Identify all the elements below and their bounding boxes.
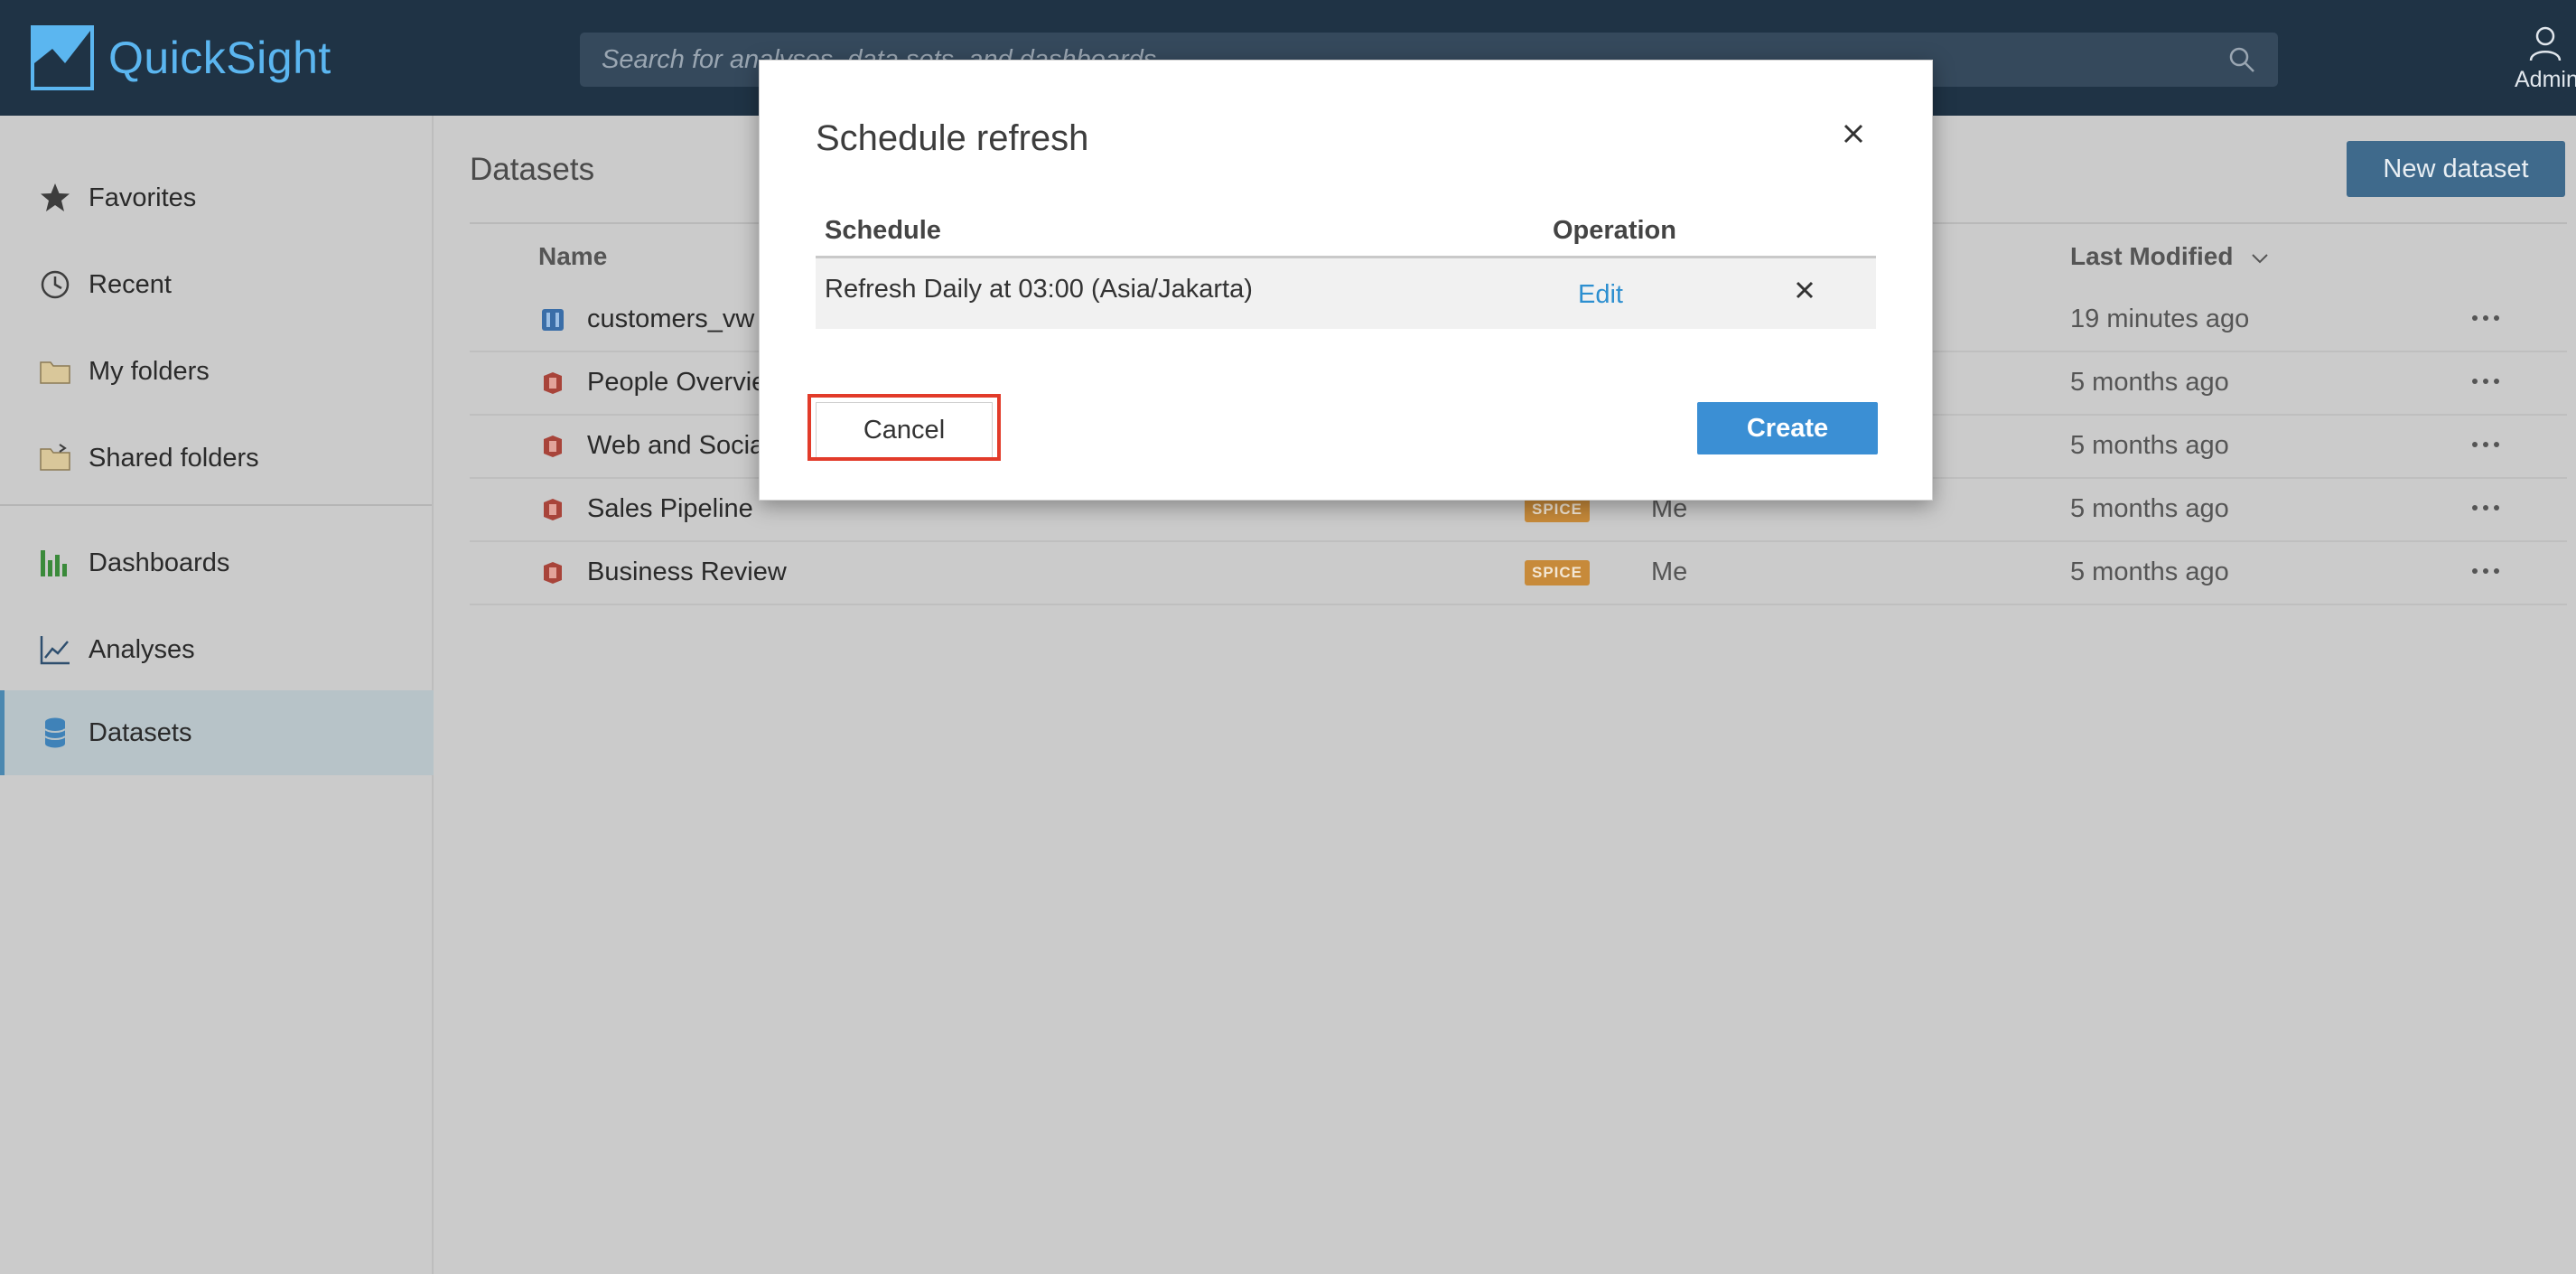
sidebar-item-label: Shared folders: [89, 443, 259, 473]
sidebar-item-label: Datasets: [89, 717, 192, 747]
last-modified: 5 months ago: [2070, 368, 2229, 397]
sidebar-item-recent[interactable]: Recent: [0, 242, 432, 327]
sidebar-item-label: Dashboards: [89, 548, 230, 577]
search-icon[interactable]: [2227, 45, 2256, 74]
user-menu[interactable]: Admin: [2515, 25, 2576, 93]
cancel-button-highlight: [807, 394, 1001, 461]
sidebar-item-dashboards[interactable]: Dashboards: [0, 520, 432, 605]
bar-chart-icon: [41, 550, 67, 576]
column-header-operation: Operation: [1553, 216, 1676, 245]
page-title: Datasets: [470, 152, 595, 187]
user-icon: [2529, 26, 2562, 61]
more-options-icon[interactable]: [2468, 370, 2504, 392]
more-options-icon[interactable]: [2468, 307, 2504, 329]
dataset-name: customers_vw: [587, 304, 755, 333]
user-label: Admin: [2515, 67, 2576, 92]
s3-dataset-icon: [544, 499, 562, 520]
dataset-name: Sales Pipeline: [587, 494, 753, 523]
s3-dataset-icon: [544, 436, 562, 457]
edit-schedule-link[interactable]: Edit: [1578, 280, 1623, 310]
shared-folder-icon: [40, 444, 70, 471]
app-name: QuickSight: [108, 33, 331, 83]
sidebar: Favorites Recent My folders Shared folde…: [0, 116, 436, 1274]
last-modified: 5 months ago: [2070, 431, 2229, 460]
sidebar-item-shared-folders[interactable]: Shared folders: [0, 416, 432, 501]
schedule-refresh-dialog: Schedule refresh Schedule Operation Refr…: [759, 60, 1933, 501]
chevron-down-icon[interactable]: [2249, 248, 2271, 269]
more-options-icon[interactable]: [2468, 434, 2504, 455]
sidebar-item-favorites[interactable]: Favorites: [0, 155, 432, 240]
spice-badge: SPICE: [1525, 497, 1591, 522]
new-dataset-button[interactable]: New dataset: [2347, 141, 2565, 197]
spice-badge: SPICE: [1525, 560, 1591, 585]
table-row[interactable]: Business Review SPICE Me 5 months ago: [470, 540, 2567, 605]
sidebar-item-label: My folders: [89, 356, 210, 386]
dataset-owner: Me: [1651, 557, 1688, 586]
star-icon: [41, 183, 70, 211]
delete-schedule-icon[interactable]: [1793, 278, 1816, 302]
close-icon[interactable]: [1840, 120, 1867, 147]
s3-dataset-icon: [544, 562, 562, 584]
more-options-icon[interactable]: [2468, 497, 2504, 519]
sidebar-item-label: Favorites: [89, 183, 197, 212]
redshift-dataset-icon: [542, 309, 564, 331]
dataset-name: Business Review: [587, 557, 787, 586]
sidebar-item-datasets[interactable]: Datasets: [0, 690, 436, 775]
column-header-last-modified[interactable]: Last Modified: [2070, 242, 2233, 271]
create-button[interactable]: Create: [1697, 402, 1878, 454]
database-icon: [44, 717, 66, 748]
line-chart-icon: [40, 636, 70, 665]
dataset-name: People Overview: [587, 368, 786, 397]
quicksight-logo-icon: [31, 25, 94, 90]
sidebar-item-analyses[interactable]: Analyses: [0, 607, 432, 692]
quicksight-logo[interactable]: QuickSight: [29, 23, 331, 92]
column-header-name[interactable]: Name: [538, 242, 607, 271]
last-modified: 5 months ago: [2070, 494, 2229, 523]
last-modified: 19 minutes ago: [2070, 304, 2250, 333]
more-options-icon[interactable]: [2468, 560, 2504, 582]
sidebar-item-my-folders[interactable]: My folders: [0, 329, 432, 414]
schedule-text: Refresh Daily at 03:00 (Asia/Jakarta): [825, 275, 1253, 304]
sidebar-item-label: Recent: [89, 269, 172, 299]
folder-icon: [40, 361, 70, 384]
sidebar-item-label: Analyses: [89, 634, 195, 664]
s3-dataset-icon: [544, 372, 562, 394]
column-header-schedule: Schedule: [825, 216, 941, 245]
sidebar-divider: [0, 504, 432, 506]
clock-icon: [41, 270, 70, 299]
schedule-row: Refresh Daily at 03:00 (Asia/Jakarta) Ed…: [816, 258, 1876, 329]
last-modified: 5 months ago: [2070, 557, 2229, 586]
dialog-title: Schedule refresh: [816, 118, 1089, 158]
